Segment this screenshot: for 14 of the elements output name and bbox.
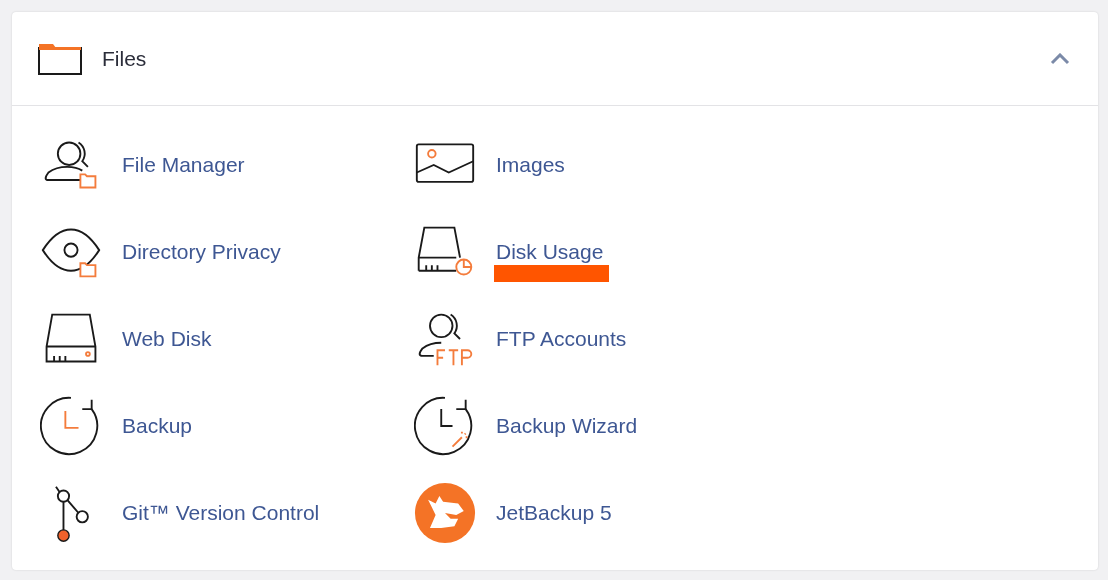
folder-icon	[38, 42, 82, 75]
tool-link[interactable]: Directory Privacy	[122, 239, 281, 264]
tool-link[interactable]: File Manager	[122, 152, 245, 177]
tool-link[interactable]: JetBackup 5	[496, 500, 612, 525]
tool-link[interactable]: Web Disk	[122, 326, 212, 351]
logo-icon[interactable]	[414, 481, 476, 544]
tool-link[interactable]: Backup Wizard	[496, 413, 638, 438]
tool-link[interactable]: Disk Usage	[496, 239, 604, 264]
panel-title: Files	[102, 46, 148, 71]
tool-link[interactable]: Images	[496, 152, 565, 177]
chevron-up-icon[interactable]	[1050, 52, 1070, 65]
tool-link[interactable]: Git™ Version Control	[122, 500, 320, 525]
tool-link[interactable]: FTP Accounts	[496, 326, 627, 351]
tool-link[interactable]: Backup	[122, 413, 193, 438]
